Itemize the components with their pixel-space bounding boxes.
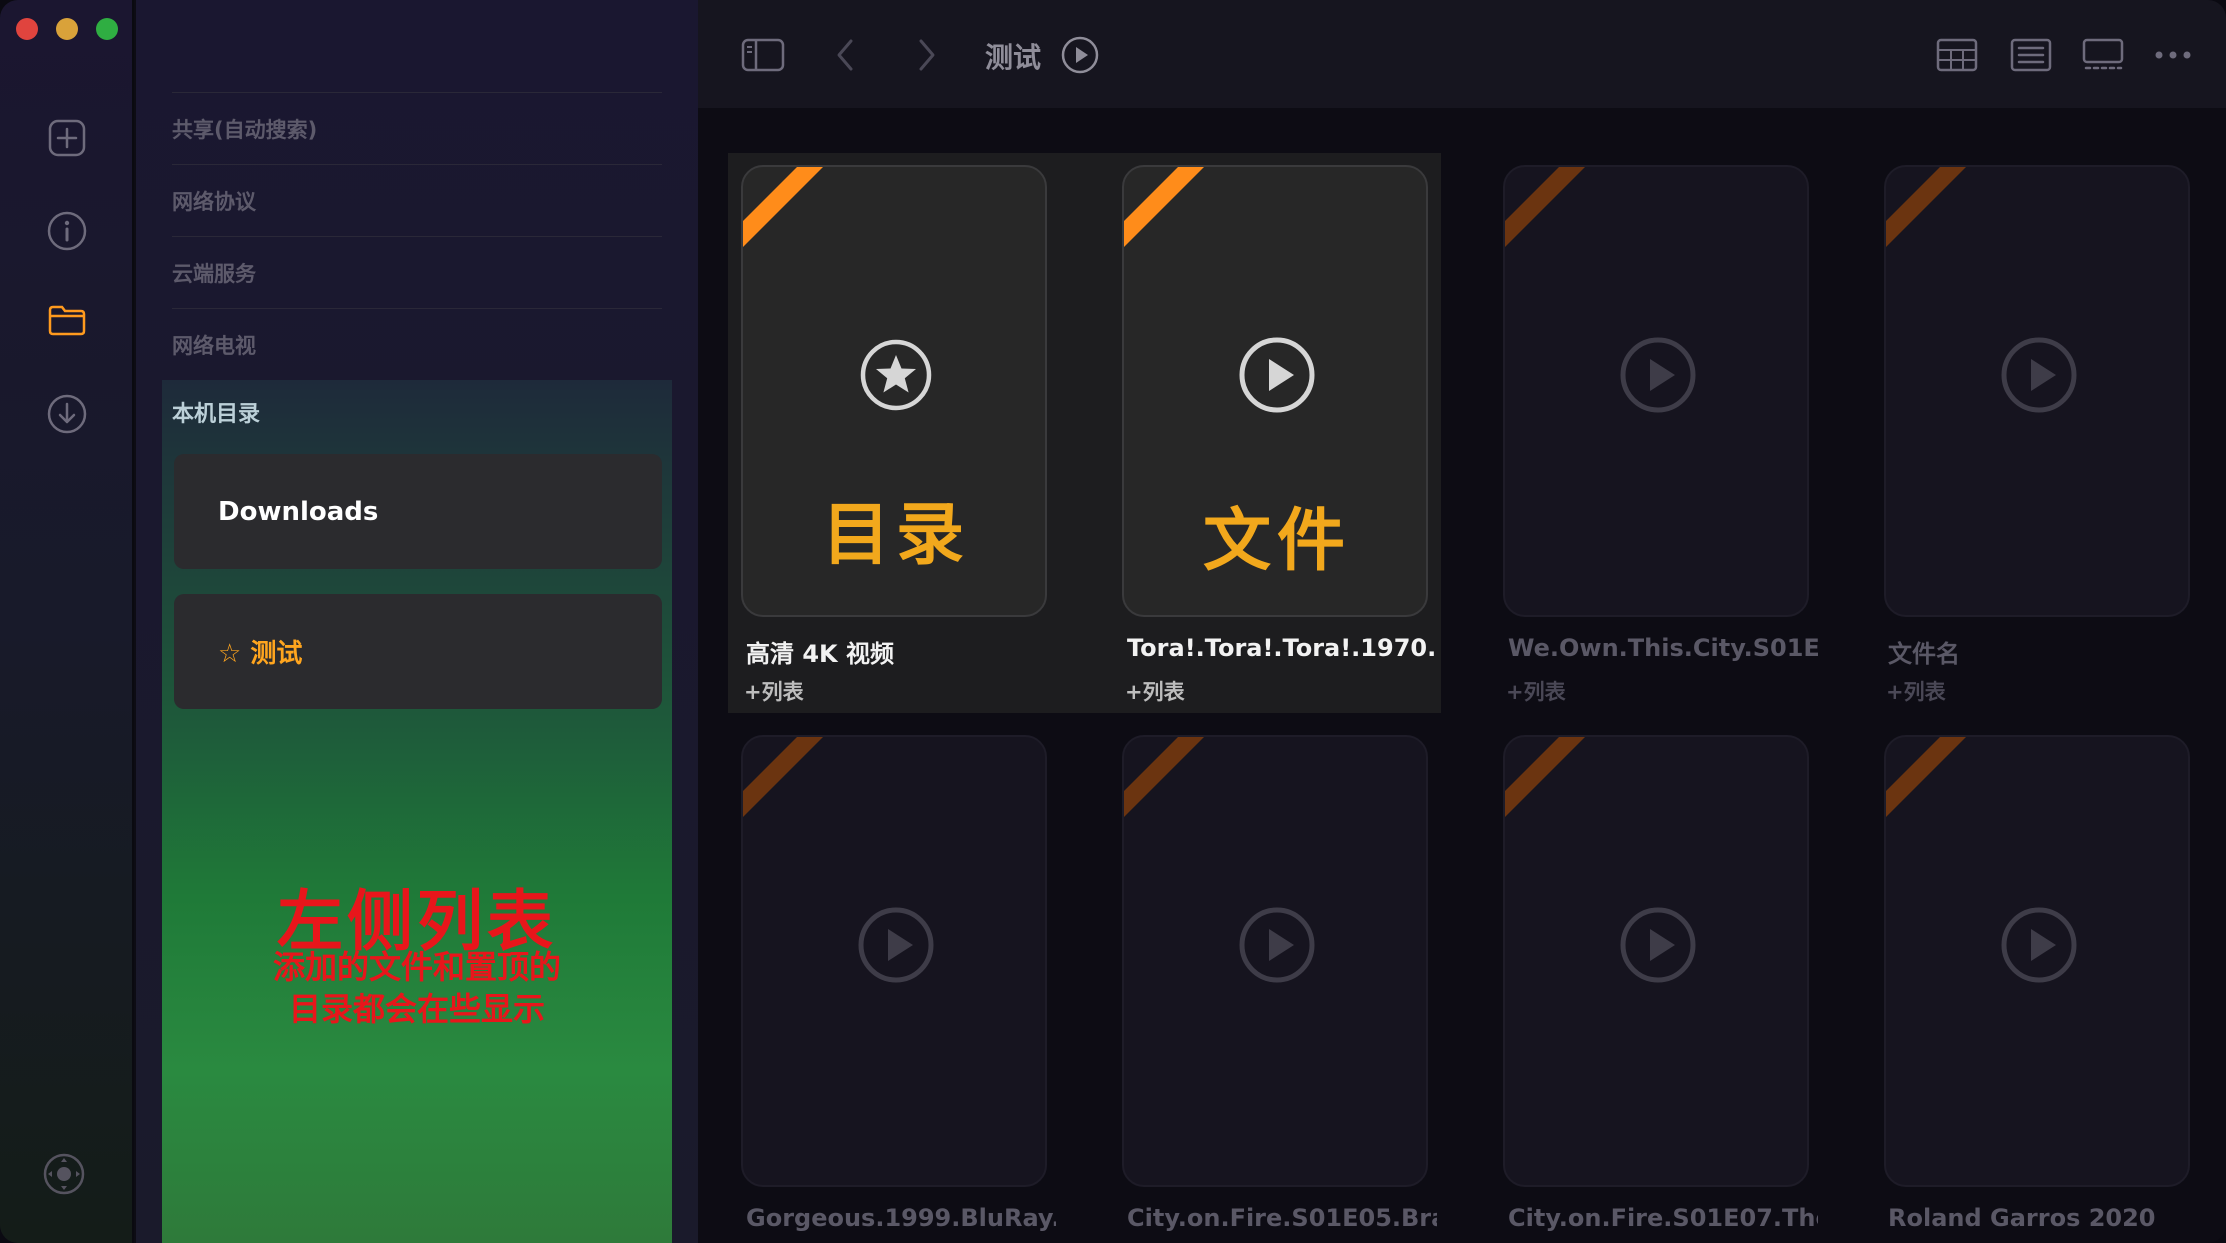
card-title: We.Own.This.City.S01E03 (1508, 634, 1818, 662)
orange-corner-ribbon-icon (743, 167, 823, 247)
card-big-text: 文件 (1202, 502, 1351, 581)
download-icon (47, 394, 87, 434)
sidebar-item-downloads[interactable]: Downloads (174, 454, 662, 569)
sidebar-section-cloud[interactable]: 云端服务 (172, 236, 662, 308)
media-card-6[interactable] (1122, 735, 1428, 1187)
more-dots-icon (2155, 51, 2191, 59)
table-view-button[interactable] (1934, 30, 1980, 80)
app-window: 共享(自动搜索) 网络协议 云端服务 网络电视 本机目录 Downloads ☆… (0, 0, 2226, 1243)
orange-corner-ribbon-icon (1505, 737, 1585, 817)
orange-corner-ribbon-icon (1886, 737, 1966, 817)
play-icon (1239, 907, 1315, 983)
sidebar-section-shared[interactable]: 共享(自动搜索) (172, 92, 662, 164)
card-title: Tora!.Tora!.Tora!.1970.EC. (1127, 634, 1437, 662)
download-button[interactable] (43, 390, 91, 438)
toolbar-title: 测试 (985, 41, 1042, 74)
orange-corner-ribbon-icon (1124, 737, 1204, 817)
play-icon (858, 907, 934, 983)
gallery-view-icon (2082, 38, 2124, 70)
play-icon (2001, 907, 2077, 983)
close-window-button[interactable] (16, 18, 38, 40)
media-card-4[interactable] (1884, 165, 2190, 617)
play-circle-icon (1061, 36, 1099, 74)
play-all-button[interactable] (1058, 30, 1102, 80)
card-title: City.on.Fire.S01E07.The.D (1508, 1204, 1818, 1232)
annotation-line-2: 目录都会在些显示 (288, 990, 545, 1028)
card-title: 高清 4K 视频 (746, 640, 895, 668)
play-icon (2001, 337, 2077, 413)
folder-icon (48, 305, 86, 336)
annotation-line-1: 添加的文件和置顶的 (272, 948, 561, 986)
media-card-1[interactable]: 目录 (741, 165, 1047, 617)
chevron-right-icon (919, 39, 935, 71)
play-icon (1620, 337, 1696, 413)
add-button[interactable] (43, 114, 91, 162)
remote-dpad-icon (43, 1153, 85, 1195)
gallery-view-button[interactable] (2080, 30, 2126, 80)
forward-button[interactable] (912, 30, 942, 80)
sidebar-item-label: Downloads (218, 496, 379, 527)
remote-control-button[interactable] (40, 1150, 88, 1198)
media-card-8[interactable] (1884, 735, 2190, 1187)
media-card-7[interactable] (1503, 735, 1809, 1187)
minimize-window-button[interactable] (56, 18, 78, 40)
icon-rail (0, 0, 134, 1243)
star-icon (860, 339, 932, 411)
plus-square-icon (48, 119, 86, 157)
media-card-3[interactable] (1503, 165, 1809, 617)
zoom-window-button[interactable] (96, 18, 118, 40)
card-title: Roland Garros 2020 (1888, 1204, 2156, 1232)
add-to-list-button[interactable]: +列表 (1125, 676, 1185, 706)
orange-corner-ribbon-icon (1124, 167, 1204, 247)
table-view-icon (1936, 38, 1978, 72)
toggle-sidebar-button[interactable] (740, 30, 786, 80)
back-button[interactable] (830, 30, 860, 80)
media-card-5[interactable] (741, 735, 1047, 1187)
sidebar-toggle-icon (741, 38, 785, 72)
list-view-icon (2010, 38, 2052, 72)
card-big-text: 目录 (821, 496, 970, 575)
chevron-left-icon (837, 39, 853, 71)
more-options-button[interactable] (2150, 30, 2196, 80)
orange-corner-ribbon-icon (1886, 167, 1966, 247)
info-icon (47, 211, 87, 251)
sidebar-section-protocols[interactable]: 网络协议 (172, 164, 662, 236)
add-to-list-button[interactable]: +列表 (1506, 676, 1566, 706)
local-directory-title: 本机目录 (172, 402, 261, 427)
card-title: 文件名 (1888, 640, 1960, 668)
orange-corner-ribbon-icon (1505, 167, 1585, 247)
sidebar-item-test[interactable]: ☆ 测试 (174, 594, 662, 709)
sidebar-item-label: ☆ 测试 (218, 639, 303, 669)
media-card-2[interactable]: 文件 (1122, 165, 1428, 617)
folder-button[interactable] (43, 296, 91, 344)
play-icon (1620, 907, 1696, 983)
add-to-list-button[interactable]: +列表 (1886, 676, 1946, 706)
info-button[interactable] (43, 207, 91, 255)
card-title: City.on.Fire.S01E05.Bras (1127, 1204, 1437, 1232)
orange-corner-ribbon-icon (743, 737, 823, 817)
play-icon (1239, 337, 1315, 413)
add-to-list-button[interactable]: +列表 (744, 676, 804, 706)
list-view-button[interactable] (2008, 30, 2054, 80)
sidebar-section-iptv[interactable]: 网络电视 (172, 308, 662, 380)
sidebar: 共享(自动搜索) 网络协议 云端服务 网络电视 本机目录 Downloads ☆… (136, 0, 698, 1243)
card-title: Gorgeous.1999.BluRay.10 (746, 1204, 1056, 1232)
